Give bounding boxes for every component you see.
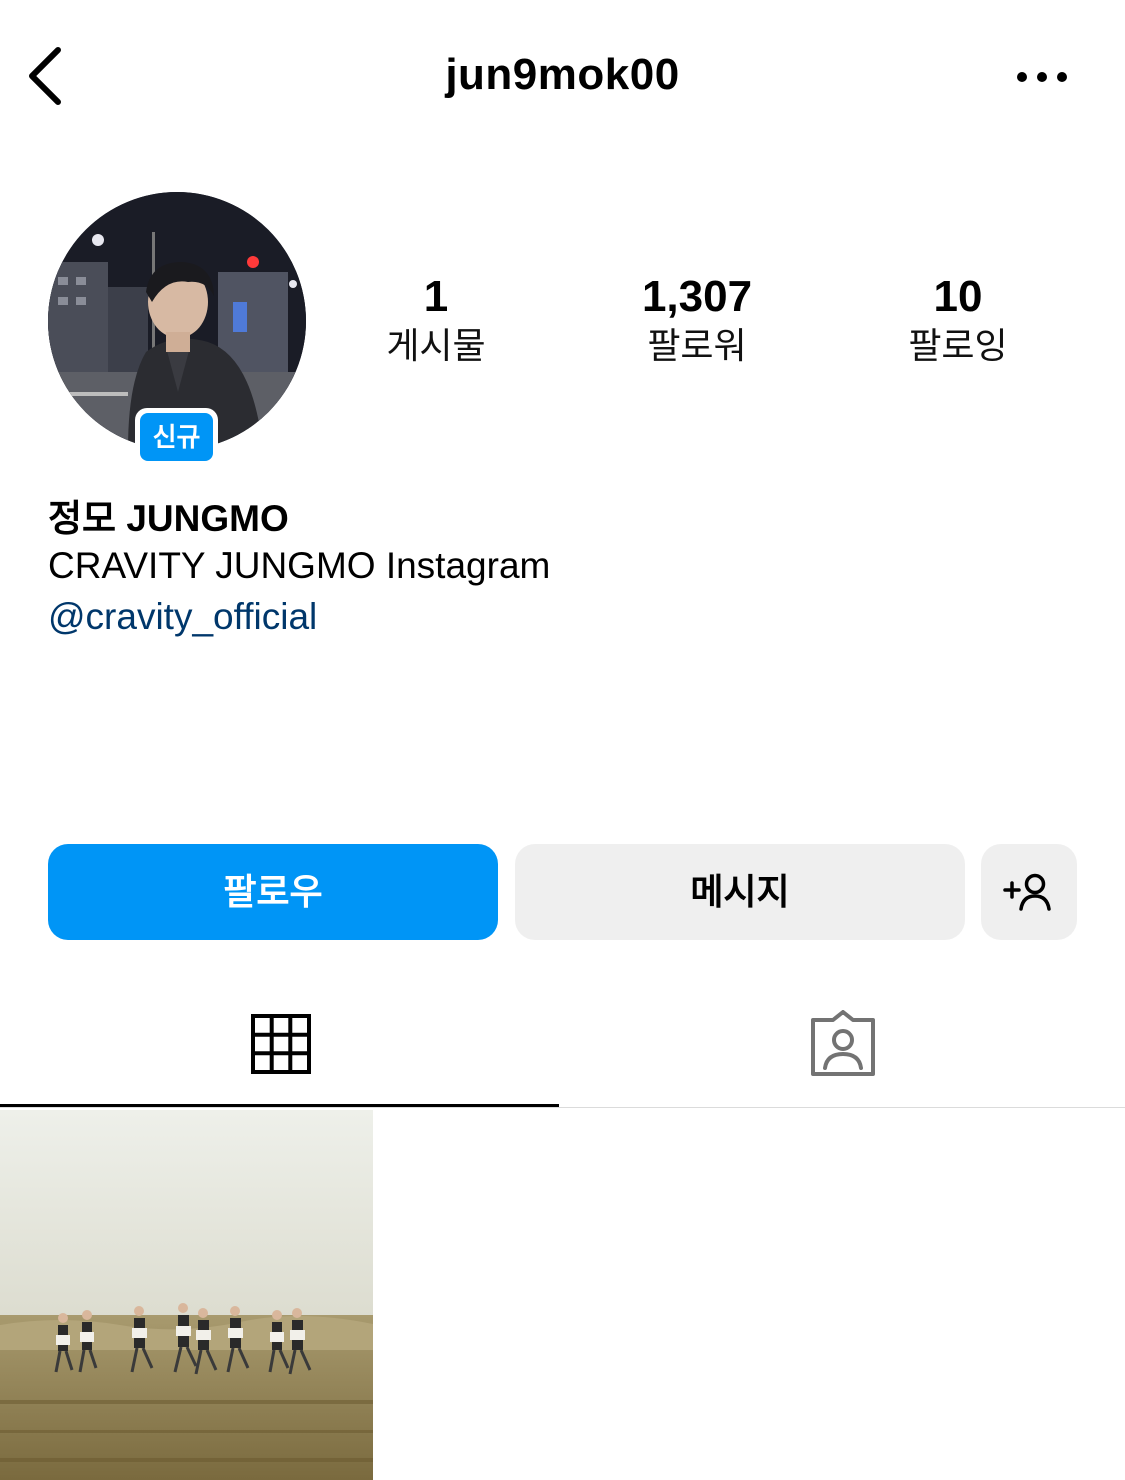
add-person-icon (1003, 873, 1051, 911)
ellipsis-icon (1017, 72, 1067, 82)
tab-tagged[interactable] (559, 990, 1125, 1108)
posts-stat: 1 게시물 (336, 272, 536, 368)
following-label: 팔로잉 (908, 325, 1008, 366)
profile-username-title: jun9mok00 (445, 50, 680, 99)
tagged-person-icon (811, 1010, 875, 1076)
followers-count: 1,307 (641, 272, 753, 321)
following-count: 10 (933, 272, 983, 321)
new-badge: 신규 (135, 408, 218, 466)
posts-label: 게시물 (386, 325, 486, 366)
follow-button[interactable]: 팔로우 (48, 844, 498, 940)
display-name: 정모 JUNGMO (48, 498, 289, 539)
suggested-users-button[interactable] (981, 844, 1077, 940)
active-tab-indicator (0, 1104, 559, 1107)
tab-posts-grid[interactable] (0, 990, 559, 1108)
profile-page: jun9mok00 신규 1 게시물 1,307 팔로워 10 팔로잉 정모 J… (0, 0, 1125, 1480)
message-button[interactable]: 메시지 (515, 844, 965, 940)
followers-stat[interactable]: 1,307 팔로워 (597, 272, 797, 368)
tab-divider (0, 1107, 1125, 1108)
new-badge-label: 신규 (140, 413, 213, 461)
post-photo (0, 1110, 373, 1480)
posts-count: 1 (423, 272, 449, 321)
followers-label: 팔로워 (647, 325, 747, 366)
post-thumbnail[interactable] (0, 1110, 373, 1480)
grid-icon (251, 1014, 311, 1074)
bio-mention-link[interactable]: @cravity_official (48, 596, 317, 638)
following-stat[interactable]: 10 팔로잉 (858, 272, 1058, 368)
more-options-button[interactable] (1012, 64, 1072, 90)
bio-text: CRAVITY JUNGMO Instagram (48, 545, 551, 586)
top-bar: jun9mok00 (0, 0, 1125, 150)
